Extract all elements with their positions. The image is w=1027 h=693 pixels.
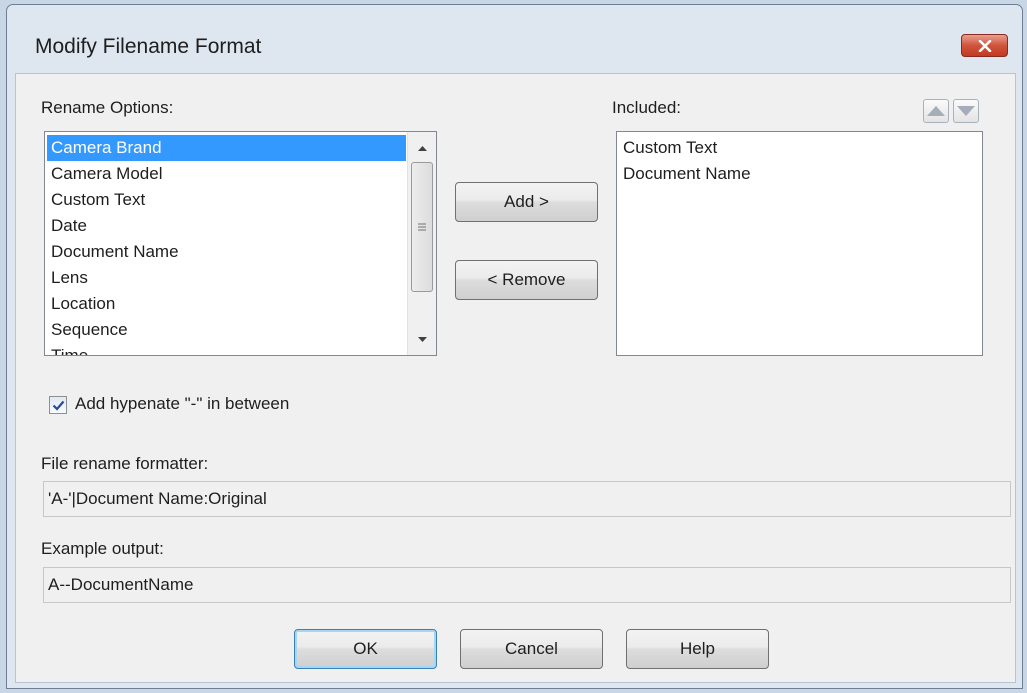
hyphenate-label[interactable]: Add hypenate "-" in between: [75, 394, 289, 414]
list-item[interactable]: Document Name: [47, 239, 406, 265]
list-item[interactable]: Custom Text: [47, 187, 406, 213]
grip-icon: [418, 223, 426, 231]
rename-options-items: Camera Brand Camera Model Custom Text Da…: [47, 135, 406, 355]
list-item[interactable]: Camera Brand: [47, 135, 406, 161]
remove-button[interactable]: < Remove: [455, 260, 598, 300]
example-output-label: Example output:: [41, 539, 164, 558]
rename-options-scrollbar[interactable]: [407, 132, 436, 355]
dialog-title: Modify Filename Format: [35, 35, 262, 58]
included-items: Custom Text Document Name: [619, 135, 978, 187]
scroll-thumb[interactable]: [411, 162, 433, 292]
cancel-button[interactable]: Cancel: [460, 629, 603, 669]
included-list[interactable]: Custom Text Document Name: [616, 131, 983, 356]
help-button[interactable]: Help: [626, 629, 769, 669]
list-item[interactable]: Lens: [47, 265, 406, 291]
list-item[interactable]: Camera Model: [47, 161, 406, 187]
close-x-icon: [978, 39, 991, 52]
scroll-down-arrow-icon: [417, 336, 427, 342]
list-item[interactable]: Document Name: [619, 161, 978, 187]
triangle-down-icon: [957, 106, 975, 116]
close-button[interactable]: [961, 34, 1008, 57]
move-up-button[interactable]: [923, 99, 949, 123]
scroll-up-arrow-icon: [417, 145, 427, 151]
rename-options-list[interactable]: Camera Brand Camera Model Custom Text Da…: [44, 131, 437, 356]
scroll-up-button[interactable]: [408, 136, 436, 160]
included-label: Included:: [612, 98, 681, 117]
checkmark-icon: [52, 400, 64, 411]
add-button[interactable]: Add >: [455, 182, 598, 222]
title-bar[interactable]: Modify Filename Format: [7, 5, 1022, 81]
list-item[interactable]: Time: [47, 343, 406, 355]
triangle-up-icon: [927, 106, 945, 116]
formatter-field[interactable]: 'A-'|Document Name:Original: [43, 481, 1011, 517]
modify-filename-dialog: Modify Filename Format Rename Options: C…: [6, 4, 1023, 689]
list-item[interactable]: Location: [47, 291, 406, 317]
hyphenate-checkbox[interactable]: [49, 396, 67, 414]
ok-button[interactable]: OK: [294, 629, 437, 669]
rename-options-label: Rename Options:: [41, 98, 174, 117]
list-item[interactable]: Date: [47, 213, 406, 239]
formatter-label: File rename formatter:: [41, 454, 209, 473]
list-item[interactable]: Sequence: [47, 317, 406, 343]
dialog-content: Rename Options: Camera Brand Camera Mode…: [15, 73, 1016, 683]
list-item[interactable]: Custom Text: [619, 135, 978, 161]
move-down-button[interactable]: [953, 99, 979, 123]
example-output-field: A--DocumentName: [43, 567, 1011, 603]
scroll-down-button[interactable]: [408, 327, 436, 351]
